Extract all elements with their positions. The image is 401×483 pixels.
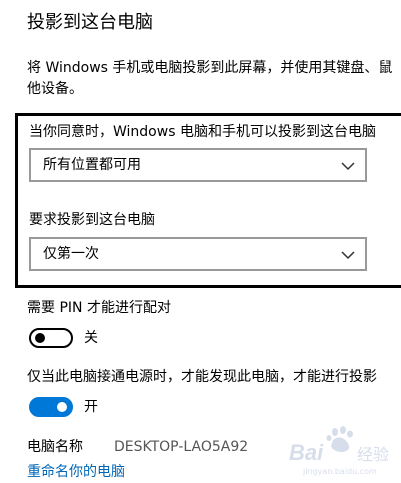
pin-toggle-state: 关 [84, 330, 98, 346]
request-dropdown-value: 仅第一次 [43, 246, 99, 262]
consent-dropdown-value: 所有位置都可用 [43, 157, 141, 173]
pin-toggle[interactable] [29, 328, 73, 348]
page-description: 将 Windows 手机或电脑投影到此屏幕，并使用其键盘、鼠 他设备。 [27, 58, 401, 100]
watermark-url: jingyan.baidu.com [302, 467, 377, 476]
consent-dropdown[interactable]: 所有位置都可用 [29, 148, 367, 182]
request-label: 要求投影到这台电脑 [29, 212, 155, 228]
pin-label: 需要 PIN 才能进行配对 [27, 300, 171, 316]
toggle-knob [35, 333, 45, 343]
description-line-1: 将 Windows 手机或电脑投影到此屏幕，并使用其键盘、鼠 [27, 60, 393, 76]
page-title: 投影到这台电脑 [27, 12, 153, 33]
chevron-down-icon [341, 162, 355, 171]
chevron-down-icon [341, 251, 355, 260]
power-label: 仅当此电脑接通电源时，才能发现此电脑，才能进行投影 [27, 369, 377, 385]
pc-name-label: 电脑名称 [27, 439, 83, 455]
pc-name-value: DESKTOP-LAO5A92 [114, 439, 249, 455]
watermark-brand: Bai [289, 440, 324, 465]
watermark-suffix: 经验 [357, 445, 389, 464]
toggle-knob [57, 402, 67, 412]
rename-pc-link[interactable]: 重命名你的电脑 [27, 462, 125, 482]
consent-label: 当你同意时，Windows 电脑和手机可以投影到这台电脑 [29, 124, 376, 140]
power-toggle-state: 开 [84, 399, 98, 415]
request-dropdown[interactable]: 仅第一次 [29, 237, 367, 271]
power-toggle[interactable] [29, 397, 73, 417]
baidu-watermark-logo: Bai 经验 jingyan.baidu.com [289, 426, 389, 476]
description-line-2: 他设备。 [27, 81, 83, 97]
